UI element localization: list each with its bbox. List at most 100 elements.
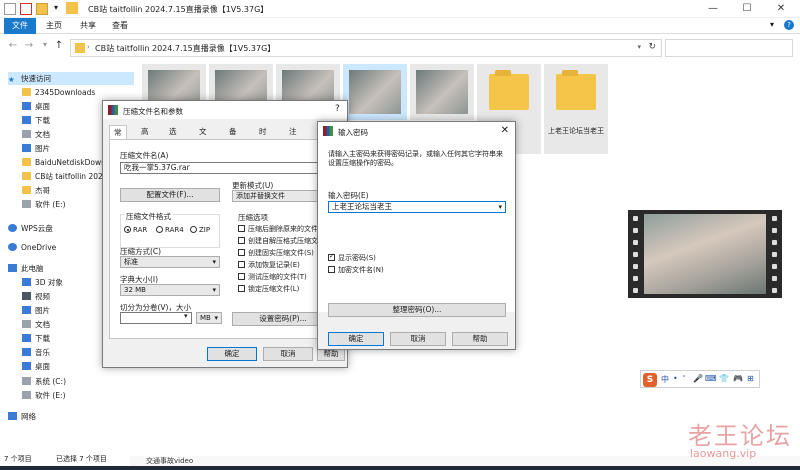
radio-dot (190, 226, 197, 233)
back-arrow-icon[interactable]: ← (6, 40, 20, 51)
format-rar-radio[interactable]: RAR (124, 226, 147, 234)
profiles-button[interactable]: 配置文件(F)... (120, 188, 220, 202)
sidebar-item-label: 音乐 (35, 348, 50, 357)
format-rar4-radio[interactable]: RAR4 (156, 226, 184, 234)
sidebar-item-drive-c[interactable]: 系统 (C:) (22, 375, 66, 388)
cancel-button[interactable]: 取消 (390, 332, 446, 346)
film-hole (772, 252, 777, 257)
cloud-icon (8, 224, 17, 232)
sidebar-item-pictures[interactable]: 图片 (22, 142, 50, 155)
keyboard-icon[interactable]: ⌨ (705, 374, 717, 383)
tab-file[interactable]: 文件 (4, 18, 36, 34)
sidebar-item-downloads[interactable]: 下载 (22, 114, 50, 127)
option-sfx[interactable]: 创建自解压格式压缩文件 (238, 236, 325, 246)
sidebar-item-jiege[interactable]: 杰哥 (22, 184, 50, 197)
breadcrumb-chevron-icon[interactable]: › (87, 43, 90, 51)
chinese-mode-icon[interactable]: 中 (661, 374, 669, 385)
tab-home[interactable]: 主页 (38, 18, 70, 34)
forward-arrow-icon[interactable]: → (22, 40, 36, 51)
sidebar-item-onedrive[interactable]: OneDrive (8, 241, 56, 254)
download-icon (22, 116, 31, 124)
help-button[interactable]: 帮助 (452, 332, 508, 346)
help-question-button[interactable]: ? (335, 104, 340, 114)
split-size-input[interactable] (120, 312, 192, 324)
video-thumbnail[interactable] (410, 64, 474, 120)
symbol-icon[interactable]: ﾟ (683, 374, 687, 385)
properties-icon[interactable] (20, 3, 32, 15)
split-unit-select[interactable]: MB ▾ (196, 312, 222, 324)
minimize-button[interactable]: — (696, 0, 730, 18)
sidebar-item-drive-e[interactable]: 软件 (E:) (22, 198, 66, 211)
method-select[interactable]: 标准 ▾ (120, 256, 220, 268)
new-folder-icon[interactable] (36, 3, 48, 15)
sidebar-item-desktop-2[interactable]: 桌面 (22, 360, 50, 373)
close-button[interactable]: ✕ (764, 0, 798, 18)
ok-button[interactable]: 确定 (207, 347, 257, 361)
tab-comment[interactable]: 注释 (285, 125, 301, 150)
cancel-button[interactable]: 取消 (263, 347, 313, 361)
password-input[interactable]: 上老王论坛当老王 ▾ (328, 201, 506, 213)
ok-button[interactable]: 确定 (328, 332, 384, 346)
microphone-icon[interactable]: 🎤 (693, 374, 703, 383)
sidebar-item-label: CB站 taitfollin 2024 (35, 172, 108, 181)
recent-chevron-icon[interactable]: ▾ (38, 40, 52, 49)
tab-files[interactable]: 文件 (195, 125, 211, 150)
option-solid[interactable]: 创建固实压缩文件(S) (238, 248, 314, 258)
toolbox-icon[interactable]: ⊞ (747, 374, 754, 383)
sidebar-item-pictures-2[interactable]: 图片 (22, 304, 50, 317)
archive-name-input[interactable]: 吃我一掌5.37G.rar (120, 162, 334, 174)
search-input[interactable] (665, 39, 793, 57)
sidebar-item-documents[interactable]: 文档 (22, 128, 50, 141)
up-arrow-icon[interactable]: ↑ (52, 40, 66, 51)
video-preview-filmstrip[interactable] (628, 210, 782, 298)
option-lock-archive[interactable]: 锁定压缩文件(L) (238, 284, 299, 294)
address-dropdown-icon[interactable]: ▾ (637, 43, 641, 51)
skin-icon[interactable]: 👕 (719, 374, 729, 383)
sidebar-item-desktop[interactable]: 桌面 (22, 100, 50, 113)
video-thumbnail[interactable] (343, 64, 407, 120)
sidebar-item-downloads-2[interactable]: 下载 (22, 332, 50, 345)
tab-backup[interactable]: 备份 (225, 125, 241, 150)
sidebar-item-quick-access[interactable]: ★ 快速访问 (8, 72, 134, 85)
format-zip-radio[interactable]: ZIP (190, 226, 210, 234)
punctuation-icon[interactable]: • (673, 374, 678, 383)
chevron-down-icon[interactable]: ▾ (184, 312, 188, 320)
tab-share[interactable]: 共享 (72, 18, 104, 34)
show-password-checkbox[interactable]: 显示密码(S) (328, 252, 376, 263)
game-icon[interactable]: 🎮 (733, 374, 743, 383)
folder-icon (66, 2, 78, 14)
sidebar-item-documents-2[interactable]: 文档 (22, 318, 50, 331)
tab-options[interactable]: 选项 (165, 125, 181, 150)
sidebar-item-this-pc[interactable]: 此电脑 (8, 262, 44, 275)
tab-general[interactable]: 常规 (109, 125, 127, 151)
ime-toolbar[interactable]: S 中 • ﾟ 🎤 ⌨ 👕 🎮 ⊞ (640, 370, 760, 388)
tab-advanced[interactable]: 高级 (137, 125, 153, 150)
dict-size-select[interactable]: 32 MB ▾ (120, 284, 220, 296)
sidebar-item-2345downloads[interactable]: 2345Downloads (22, 86, 95, 99)
ribbon-expand-icon[interactable]: ▾ (770, 20, 774, 29)
sidebar-item-baidunetdisk[interactable]: BaiduNetdiskDown (22, 156, 106, 169)
option-recovery-record[interactable]: 添加恢复记录(E) (238, 260, 300, 270)
address-bar[interactable]: › CB站 taitfollin 2024.7.15直播录像【1V5.37G】 … (70, 39, 662, 57)
sidebar-item-cb-folder[interactable]: CB站 taitfollin 2024 (22, 170, 108, 183)
encrypt-filenames-checkbox[interactable]: 加密文件名(N) (328, 265, 384, 275)
refresh-icon[interactable]: ↻ (648, 42, 656, 52)
help-icon[interactable]: ? (784, 20, 794, 30)
tab-view[interactable]: 查看 (104, 18, 136, 34)
chevron-down-icon[interactable]: ▾ (498, 202, 502, 212)
sidebar-item-drive-e-2[interactable]: 软件 (E:) (22, 389, 66, 402)
option-delete-after[interactable]: 压缩后删除原来的文件 (238, 224, 318, 234)
close-button[interactable]: ✕ (501, 125, 509, 136)
sidebar-item-videos[interactable]: 视频 (22, 290, 50, 303)
organize-passwords-button[interactable]: 整理密码(O)... (328, 303, 506, 317)
maximize-button[interactable]: ☐ (730, 0, 764, 18)
chevron-down-icon[interactable]: ▾ (54, 3, 58, 12)
folder-item[interactable]: 上老王论坛当老王 (544, 64, 608, 154)
sidebar-item-wps-cloud[interactable]: WPS云盘 (8, 222, 53, 235)
breadcrumb[interactable]: CB站 taitfollin 2024.7.15直播录像【1V5.37G】 (95, 43, 275, 54)
sidebar-item-music[interactable]: 音乐 (22, 346, 50, 359)
tab-time[interactable]: 时间 (255, 125, 271, 150)
sidebar-item-3d-objects[interactable]: 3D 对象 (22, 276, 63, 289)
option-test-files[interactable]: 测试压缩的文件(T) (238, 272, 307, 282)
sidebar-item-network[interactable]: 网络 (8, 410, 36, 423)
